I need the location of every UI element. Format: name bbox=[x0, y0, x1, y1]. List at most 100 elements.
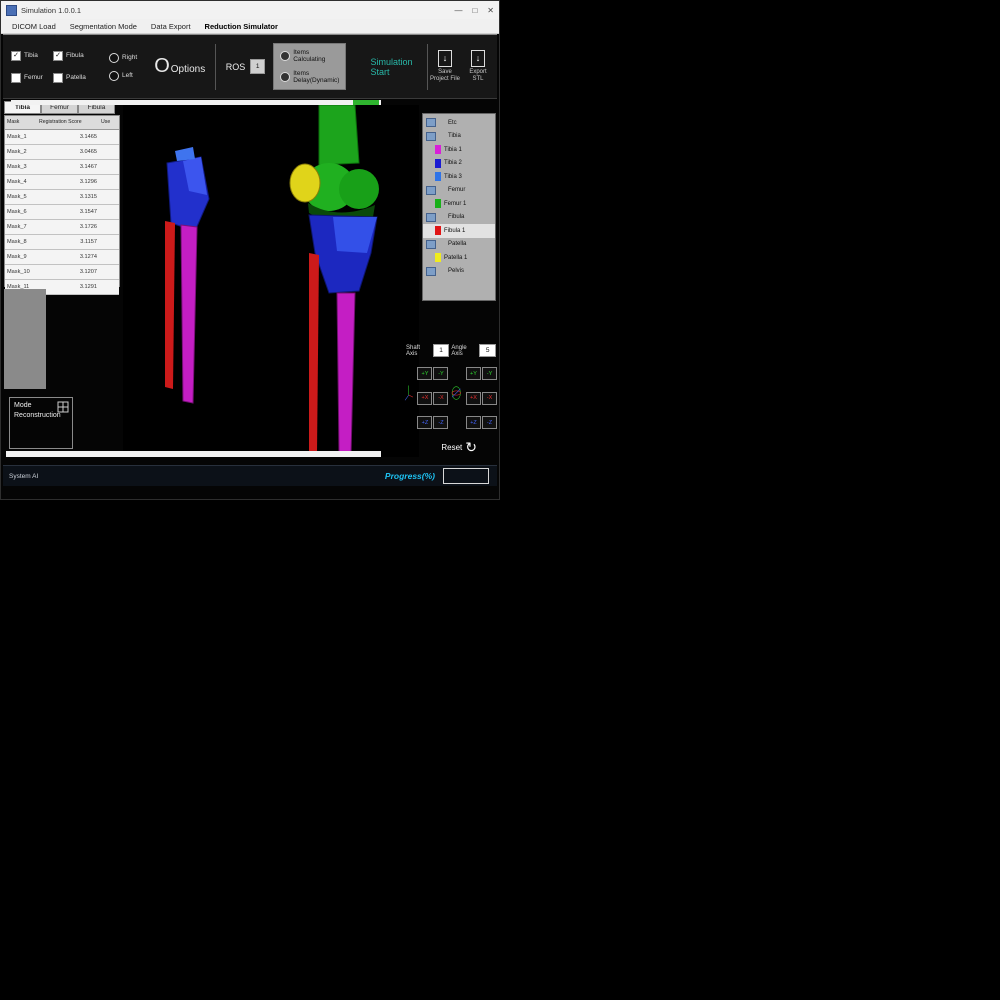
rotate-button[interactable]: -Z bbox=[482, 416, 497, 429]
translate-button[interactable]: +Y bbox=[417, 367, 432, 380]
table-row[interactable]: Mask_4 3.1296 bbox=[5, 175, 119, 190]
tree-item[interactable]: Tibia bbox=[423, 130, 495, 144]
tree-item[interactable]: Pelvis bbox=[423, 265, 495, 279]
tree-item[interactable]: Tibia 2 bbox=[423, 157, 495, 171]
ros-input[interactable]: 1 bbox=[250, 59, 265, 74]
simulation-viewport[interactable] bbox=[123, 105, 419, 457]
rotate-buttons: +Y-Y+X-X+Z-Z bbox=[466, 367, 496, 439]
score-cell: 3.0465 bbox=[39, 145, 97, 159]
group-icon bbox=[426, 186, 436, 195]
options-button[interactable]: OOptions bbox=[153, 54, 205, 79]
calc-option-label: Items Delay(Dynamic) bbox=[293, 70, 339, 84]
translate-buttons: +Y-Y+X-X+Z-Z bbox=[417, 367, 447, 439]
mask-name-cell: Mask_10 bbox=[5, 265, 39, 279]
rotate-button[interactable]: -X bbox=[482, 392, 497, 405]
translate-button[interactable]: -Y bbox=[433, 367, 448, 380]
top-scroll-bar[interactable] bbox=[11, 100, 381, 105]
table-row[interactable]: Mask_6 3.1547 bbox=[5, 205, 119, 220]
score-cell: 3.1467 bbox=[39, 160, 97, 174]
calc-option-panel: Items Calculating Items Delay(Dynamic) bbox=[273, 43, 346, 90]
bone-checkbox[interactable]: ✓ Fibula bbox=[53, 51, 99, 61]
translate-button[interactable]: -X bbox=[433, 392, 448, 405]
maximize-button[interactable]: □ bbox=[472, 6, 477, 15]
mask-name-cell: Mask_9 bbox=[5, 250, 39, 264]
score-cell: 3.1465 bbox=[39, 130, 97, 144]
mask-name-cell: Mask_6 bbox=[5, 205, 39, 219]
table-row[interactable]: Mask_3 3.1467 bbox=[5, 160, 119, 175]
window-simulator: Simulation 1.0.0.1 — □ ✕ DICOM LoadSegme… bbox=[0, 0, 500, 500]
table-header: Mask Registration Score Use bbox=[5, 116, 119, 130]
table-row[interactable]: Mask_8 3.1157 bbox=[5, 235, 119, 250]
simulation-start-button[interactable]: Simulation Start bbox=[360, 49, 422, 85]
mask-name-cell: Mask_5 bbox=[5, 190, 39, 204]
translate-button[interactable]: +X bbox=[417, 392, 432, 405]
export-stl-button[interactable]: ↓ ExportSTL bbox=[463, 50, 493, 84]
ros-label: ROS bbox=[226, 62, 246, 72]
save-project-button[interactable]: ↓ SaveProject File bbox=[427, 50, 463, 84]
tree-item[interactable]: Tibia 3 bbox=[423, 170, 495, 184]
divider bbox=[215, 44, 216, 90]
toolbar: ✓ Tibia ✓ Fibula ✓ Femur ✓ Patella bbox=[3, 34, 497, 99]
rotate-gizmo-icon bbox=[451, 373, 462, 413]
rotate-button[interactable]: -Y bbox=[482, 367, 497, 380]
score-cell: 3.1291 bbox=[39, 280, 97, 294]
score-cell: 3.1274 bbox=[39, 250, 97, 264]
table-row[interactable]: Mask_10 3.1207 bbox=[5, 265, 119, 280]
table-row[interactable]: Mask_2 3.0465 bbox=[5, 145, 119, 160]
table-row[interactable]: Mask_5 3.1315 bbox=[5, 190, 119, 205]
translate-button[interactable]: -Z bbox=[433, 416, 448, 429]
angle-axis-input[interactable]: 5 bbox=[479, 344, 496, 357]
table-row[interactable]: Mask_1 3.1465 bbox=[5, 130, 119, 145]
tree-item[interactable]: Patella bbox=[423, 238, 495, 252]
translate-gizmo-icon bbox=[404, 375, 413, 415]
tree-label: Fibula 1 bbox=[444, 228, 465, 234]
tree-item[interactable]: Tibia 1 bbox=[423, 143, 495, 157]
mask-color-chip bbox=[435, 226, 441, 235]
tree-item[interactable]: Femur bbox=[423, 184, 495, 198]
radio-circle bbox=[109, 71, 119, 81]
tree-item[interactable]: Fibula 1 bbox=[423, 224, 495, 238]
tree-item[interactable]: Femur 1 bbox=[423, 197, 495, 211]
checkbox-label: Fibula bbox=[66, 52, 84, 59]
tree-item[interactable]: Etc bbox=[423, 116, 495, 130]
timeline-bar[interactable] bbox=[6, 451, 381, 457]
table-row[interactable]: Mask_7 3.1726 bbox=[5, 220, 119, 235]
close-button[interactable]: ✕ bbox=[487, 6, 494, 15]
rotate-button[interactable]: +Z bbox=[466, 416, 481, 429]
menu-item[interactable]: Segmentation Mode bbox=[63, 22, 144, 31]
bone-checkbox[interactable]: ✓ Tibia bbox=[11, 51, 53, 61]
checkbox-box: ✓ bbox=[11, 73, 21, 83]
reset-button[interactable]: Reset ↻ bbox=[441, 439, 477, 456]
tree-item[interactable]: Fibula bbox=[423, 211, 495, 225]
system-label: System AI bbox=[9, 473, 38, 480]
window-title: Simulation 1.0.0.1 bbox=[21, 6, 81, 15]
menu-item[interactable]: DICOM Load bbox=[5, 22, 63, 31]
reset-circular-arrow-icon: ↻ bbox=[465, 439, 477, 456]
shaft-axis-input[interactable]: 1 bbox=[433, 344, 450, 357]
menu-item[interactable]: Reduction Simulator bbox=[198, 22, 285, 31]
tree-item[interactable]: Patella 1 bbox=[423, 251, 495, 265]
checkbox-label: Femur bbox=[24, 74, 43, 81]
bone-checkbox[interactable]: ✓ Femur bbox=[11, 73, 53, 83]
side-radio[interactable]: Left bbox=[109, 71, 137, 81]
checkbox-box: ✓ bbox=[53, 51, 63, 61]
radio-circle bbox=[109, 53, 119, 63]
minimize-button[interactable]: — bbox=[454, 6, 462, 15]
calc-option[interactable]: Items Delay(Dynamic) bbox=[280, 70, 339, 84]
tree-label: Tibia 1 bbox=[444, 147, 462, 153]
progress-label: Progress(%) bbox=[385, 471, 435, 481]
mask-color-chip bbox=[435, 159, 441, 168]
translate-button[interactable]: +Z bbox=[417, 416, 432, 429]
side-radio[interactable]: Right bbox=[109, 53, 137, 63]
radio-label: Right bbox=[122, 54, 137, 61]
progress-value-box bbox=[443, 468, 489, 484]
menu-item[interactable]: Data Export bbox=[144, 22, 198, 31]
checkbox-box: ✓ bbox=[11, 51, 21, 61]
rotate-button[interactable]: +X bbox=[466, 392, 481, 405]
titlebar[interactable]: Simulation 1.0.0.1 — □ ✕ bbox=[1, 1, 499, 19]
bone-checkbox[interactable]: ✓ Patella bbox=[53, 73, 99, 83]
radio-label: Left bbox=[122, 72, 133, 79]
calc-option[interactable]: Items Calculating bbox=[280, 49, 339, 63]
rotate-button[interactable]: +Y bbox=[466, 367, 481, 380]
table-row[interactable]: Mask_9 3.1274 bbox=[5, 250, 119, 265]
